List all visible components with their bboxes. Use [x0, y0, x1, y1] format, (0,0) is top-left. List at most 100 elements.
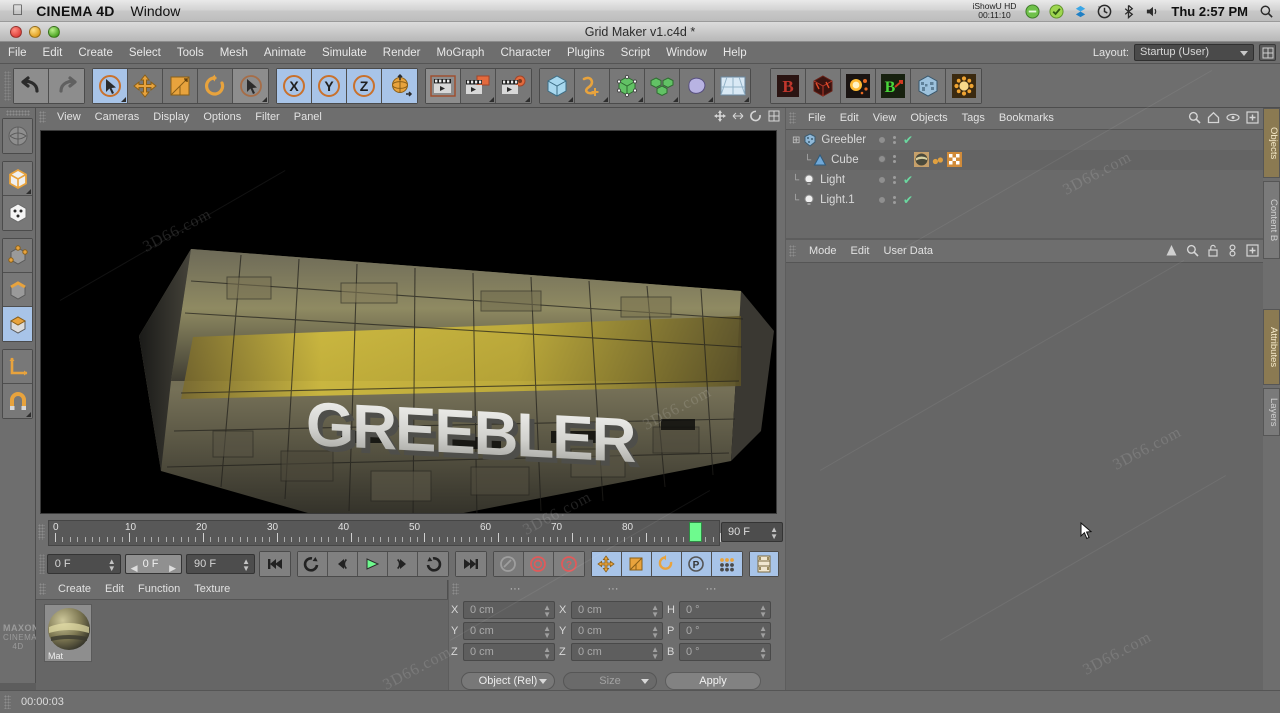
step-back-button[interactable] — [328, 552, 358, 576]
plugin-greebler-button[interactable] — [911, 69, 946, 103]
zoom-button[interactable] — [48, 26, 60, 38]
menu-animate[interactable]: Animate — [256, 42, 314, 64]
move-viewport-icon[interactable] — [714, 110, 726, 122]
add-scene-object-button[interactable] — [715, 69, 750, 103]
animation-layout-button[interactable] — [750, 552, 778, 576]
transport-grip[interactable] — [39, 554, 45, 574]
polygons-mode-button[interactable] — [3, 307, 32, 341]
autokeying-button[interactable] — [524, 552, 554, 576]
go-to-start-button[interactable] — [260, 552, 290, 576]
home-icon[interactable] — [1207, 111, 1220, 124]
menu-help[interactable]: Help — [715, 42, 755, 64]
move-tool-button[interactable] — [128, 69, 163, 103]
viewport-menu-cameras[interactable]: Cameras — [88, 111, 147, 123]
object-row-light[interactable]: └ Light ✔ — [786, 170, 1263, 190]
position-key-button[interactable] — [592, 552, 622, 576]
coord-input-rot-p[interactable]: 0 ° ▲▼ — [679, 622, 771, 640]
spinner-icon[interactable]: ▲▼ — [543, 604, 551, 618]
viewport-menu-display[interactable]: Display — [146, 111, 196, 123]
spinner-icon[interactable]: ▲▼ — [543, 625, 551, 639]
object-manager-tree[interactable]: ⊞ Greebler ✔ └ Cube — [786, 129, 1263, 238]
spinner-icon[interactable]: ▲▼ — [651, 625, 659, 639]
enabled-check-icon[interactable]: ✔ — [903, 135, 913, 145]
material-manager-body[interactable]: Mat — [36, 599, 448, 690]
object-menu-objects[interactable]: Objects — [903, 112, 954, 124]
keyframe-selection-button[interactable]: ? — [554, 552, 584, 576]
redo-button[interactable] — [49, 69, 84, 103]
timeline-ruler[interactable]: 0 10 20 30 40 50 60 70 80 — [48, 520, 720, 546]
enabled-check-icon[interactable]: ✔ — [903, 175, 913, 185]
visibility-dot-icon[interactable] — [878, 136, 886, 144]
rotate-viewport-icon[interactable] — [750, 110, 762, 122]
object-row-cube[interactable]: └ Cube — [786, 150, 1263, 170]
timemachine-icon[interactable] — [1097, 4, 1112, 19]
menu-render[interactable]: Render — [375, 42, 429, 64]
material-menu-create[interactable]: Create — [51, 583, 98, 595]
attributes-menu-mode[interactable]: Mode — [802, 245, 844, 257]
parameter-key-button[interactable]: P — [682, 552, 712, 576]
macos-active-app-name[interactable]: CINEMA 4D — [36, 3, 114, 19]
search-icon[interactable] — [1186, 244, 1199, 257]
coord-input-rot-b[interactable]: 0 ° ▲▼ — [679, 643, 771, 661]
menu-mograph[interactable]: MoGraph — [429, 42, 493, 64]
ishowu-status[interactable]: iShowU HD 00:11:10 — [972, 2, 1016, 20]
preview-start-field[interactable]: ◀ 0 F ▶ — [125, 554, 182, 574]
editor-render-dots-icon[interactable] — [893, 155, 896, 163]
object-menu-edit[interactable]: Edit — [833, 112, 866, 124]
material-manager-grip[interactable] — [39, 583, 46, 595]
object-menu-file[interactable]: File — [801, 112, 833, 124]
menu-create[interactable]: Create — [70, 42, 121, 64]
model-mode-button[interactable] — [3, 162, 32, 196]
add-spline-button[interactable] — [575, 69, 610, 103]
object-manager-grip[interactable] — [789, 112, 796, 124]
menu-tools[interactable]: Tools — [169, 42, 212, 64]
last-used-tool-button[interactable] — [233, 69, 268, 103]
texture-mode-button[interactable] — [3, 196, 32, 230]
record-green-icon[interactable] — [1025, 4, 1040, 19]
apple-logo-icon[interactable]:  — [12, 3, 23, 18]
spinner-icon[interactable]: ▲▼ — [543, 646, 551, 660]
attributes-menu-edit[interactable]: Edit — [844, 245, 877, 257]
edges-mode-button[interactable] — [3, 273, 32, 307]
dock-tab-content-browser[interactable]: Content B — [1263, 181, 1280, 259]
preview-end-field[interactable]: 90 F ▲▼ — [186, 554, 255, 574]
dock-tab-attributes[interactable]: Attributes — [1263, 309, 1280, 385]
enabled-check-icon[interactable]: ✔ — [903, 195, 913, 205]
coordinates-apply-button[interactable]: Apply — [665, 672, 761, 690]
spinner-icon[interactable]: ▲▼ — [108, 558, 116, 572]
macos-clock[interactable]: Thu 2:57 PM — [1171, 4, 1248, 19]
object-menu-tags[interactable]: Tags — [955, 112, 992, 124]
selection-tag-icon[interactable] — [947, 152, 962, 167]
coord-input-pos-y[interactable]: 0 cm ▲▼ — [463, 622, 555, 640]
left-toolbar-grip[interactable] — [6, 110, 30, 116]
dock-tab-layers[interactable]: Layers — [1263, 388, 1280, 436]
eye-icon[interactable] — [1226, 111, 1240, 124]
toolbar-grip[interactable] — [4, 71, 11, 101]
play-button[interactable] — [358, 552, 388, 576]
undo-button[interactable] — [14, 69, 49, 103]
menu-simulate[interactable]: Simulate — [314, 42, 375, 64]
plugin-explosion-button[interactable] — [841, 69, 876, 103]
plugin-lava-cube-button[interactable] — [806, 69, 841, 103]
render-region-button[interactable] — [461, 69, 496, 103]
editor-render-dots-icon[interactable] — [893, 176, 896, 184]
add-cube-button[interactable] — [540, 69, 575, 103]
menu-plugins[interactable]: Plugins — [559, 42, 613, 64]
plugin-sun-button[interactable] — [946, 69, 981, 103]
spinner-icon[interactable]: ▲▼ — [759, 646, 767, 660]
attributes-menu-user-data[interactable]: User Data — [877, 245, 941, 257]
zoom-viewport-icon[interactable] — [732, 110, 744, 122]
object-visibility-dots[interactable]: ✔ — [878, 135, 913, 145]
material-item[interactable]: Mat — [44, 604, 92, 662]
point-tag-icon[interactable] — [932, 154, 944, 166]
bluetooth-icon[interactable] — [1121, 4, 1136, 19]
object-menu-bookmarks[interactable]: Bookmarks — [992, 112, 1061, 124]
menu-select[interactable]: Select — [121, 42, 169, 64]
viewport-menu-options[interactable]: Options — [196, 111, 248, 123]
pla-key-button[interactable] — [712, 552, 742, 576]
layout-select[interactable]: Startup (User) — [1134, 44, 1254, 61]
object-visibility-dots[interactable]: ✔ — [878, 175, 913, 185]
menu-mesh[interactable]: Mesh — [212, 42, 256, 64]
spinner-icon[interactable]: ▲▼ — [759, 625, 767, 639]
new-window-icon[interactable] — [1246, 111, 1259, 124]
